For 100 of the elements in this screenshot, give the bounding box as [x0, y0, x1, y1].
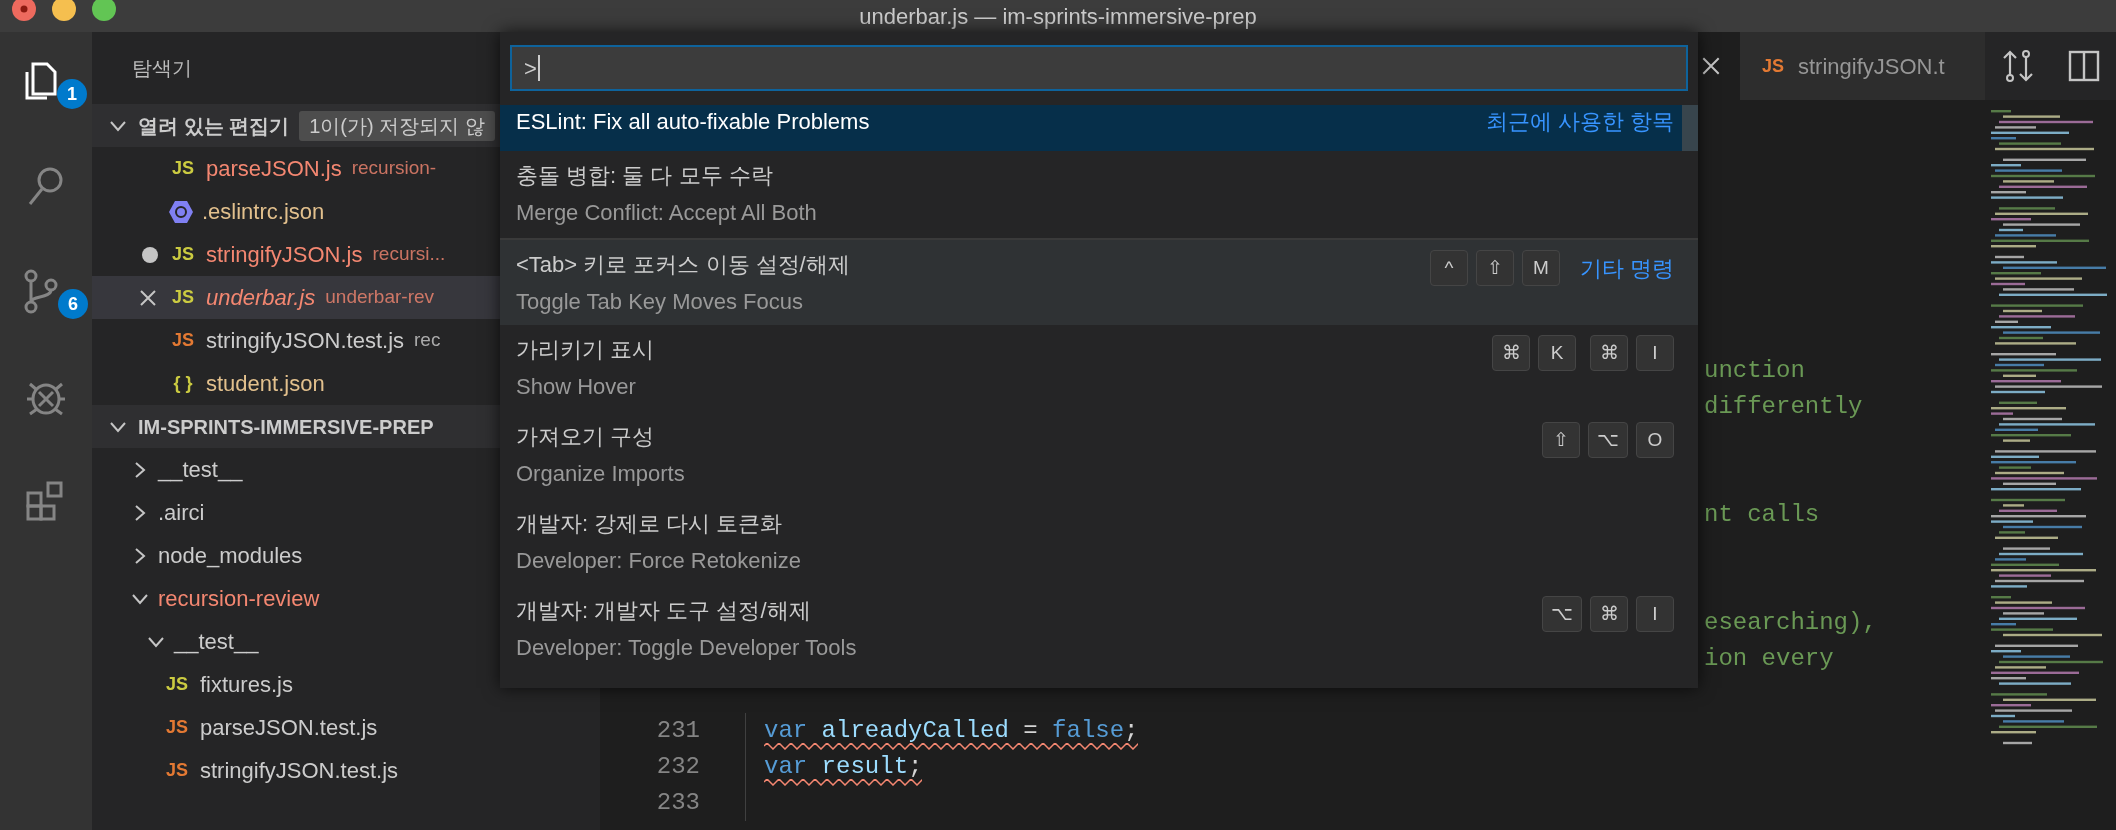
shortcut-key: ⌥ — [1588, 422, 1628, 458]
file-path: rec — [414, 328, 441, 353]
file-name: stringifyJSON.test.js — [206, 327, 405, 355]
open-editor-item[interactable]: JS parseJSON.js recursion- — [92, 147, 500, 190]
file-name: underbar.js — [206, 284, 316, 312]
command-label: 가리키기 표시 — [516, 336, 656, 364]
tree-item[interactable]: recursion-review — [92, 577, 500, 620]
command-description: Show Hover — [516, 373, 637, 401]
command-item[interactable]: 가리키기 표시 Show Hover ⌘ K ⌘ I — [500, 325, 1698, 412]
open-editor-item[interactable]: JS underbar.js underbar-rev — [92, 276, 500, 319]
braces-icon: { } — [168, 370, 198, 397]
group-label: 기타 명령 — [1579, 254, 1674, 283]
command-label: 개발자: 강제로 다시 토큰화 — [516, 510, 784, 538]
shortcut-key: ⇧ — [1542, 422, 1580, 458]
command-item[interactable]: 충돌 병합: 둘 다 모두 수락 Merge Conflict: Accept All Both — [500, 151, 1698, 238]
command-item[interactable]: 개발자: 강제로 다시 토큰화 Developer: Force Retokenize — [500, 499, 1698, 586]
shortcut-key: I — [1636, 335, 1674, 371]
notification-badge: 6 — [58, 289, 88, 319]
shortcut-key: M — [1521, 250, 1560, 286]
file-name: student.json — [206, 370, 325, 398]
file-name: stringifyJSON.js — [206, 241, 363, 269]
file-name: .eslintrc.json — [202, 198, 325, 226]
file-name: parseJSON.test.js — [200, 714, 378, 742]
js-file-icon: JS — [1758, 52, 1788, 80]
section-title: 열려 있는 편집기 — [138, 113, 290, 139]
shortcut-key: ⌘ — [1492, 335, 1530, 371]
js-file-icon: JS — [162, 671, 192, 698]
split-editor-icon[interactable] — [2066, 49, 2101, 83]
sidebar-title: 탐색기 — [132, 56, 192, 81]
command-item[interactable]: 가져오기 구성 Organize Imports ⇧ ⌥ O — [500, 412, 1698, 499]
code-line: var alreadyCalled = false; — [764, 717, 1139, 744]
js-file-icon: JS — [168, 241, 198, 268]
scrollbar-thumb[interactable] — [1682, 105, 1698, 151]
section-header[interactable]: IM-SPRINTS-IMMERSIVE-PREP — [92, 405, 500, 448]
editor-tab[interactable]: JS stringifyJSON.t — [1740, 32, 1985, 100]
open-editor-item[interactable]: JS stringifyJSON.js recursi... — [92, 233, 500, 276]
text-cursor — [537, 55, 540, 81]
folder-name: .airci — [158, 499, 205, 527]
tree-item[interactable]: __test__ — [92, 620, 500, 663]
file-name: fixtures.js — [200, 671, 293, 699]
hexagon-icon — [168, 198, 194, 225]
folder-name: __test__ — [158, 456, 243, 484]
minimize-window-icon[interactable] — [52, 0, 76, 21]
command-label: ESLint: Fix all auto-fixable Problems — [516, 108, 871, 136]
file-path: recursion- — [351, 156, 437, 181]
code-fragment: esearching), — [1704, 608, 1877, 638]
open-editor-item[interactable]: JS stringifyJSON.test.js rec — [92, 319, 500, 362]
section-title: IM-SPRINTS-IMMERSIVE-PREP — [138, 414, 434, 440]
command-description: Organize Imports — [516, 460, 686, 488]
code-fragment: differently — [1704, 392, 1863, 422]
file-name: stringifyJSON.test.js — [200, 757, 399, 785]
command-label: <Tab> 키로 포커스 이동 설정/해제 — [516, 251, 851, 279]
command-input[interactable]: > — [510, 45, 1688, 91]
shortcut-key: K — [1538, 335, 1576, 371]
folder-name: node_modules — [158, 542, 303, 570]
shortcut-key: I — [1636, 596, 1674, 632]
close-icon[interactable] — [138, 287, 158, 308]
command-description: Developer: Force Retokenize — [516, 547, 802, 575]
unsaved-count-badge: 1이(가) 저장되지 않 — [299, 110, 495, 141]
section-header[interactable]: 열려 있는 편집기 1이(가) 저장되지 않 — [92, 104, 500, 147]
tree-item[interactable]: node_modules — [92, 534, 500, 577]
file-name: parseJSON.js — [206, 155, 342, 183]
shortcut-key: ⇧ — [1475, 250, 1514, 286]
shortcut-key: ⌘ — [1590, 335, 1628, 371]
tree-item[interactable]: __test__ — [92, 448, 500, 491]
line-number: 233 — [656, 789, 700, 816]
shortcut-key: ^ — [1429, 250, 1468, 286]
files-icon[interactable] — [25, 62, 57, 100]
close-icon[interactable] — [1700, 55, 1722, 77]
tree-item[interactable]: JS fixtures.js — [92, 663, 500, 706]
js-file-icon: JS — [162, 757, 192, 784]
command-description: Merge Conflict: Accept All Both — [516, 199, 818, 227]
command-item[interactable]: <Tab> 키로 포커스 이동 설정/해제 Toggle Tab Key Moves Focus ^ ⇧ M 기타 명령 — [500, 238, 1698, 325]
shortcut-key: ⌘ — [1590, 596, 1628, 632]
shortcut-key: ⌥ — [1542, 596, 1582, 632]
js-file-icon: JS — [168, 284, 198, 311]
line-number: 232 — [656, 753, 700, 780]
open-editor-item[interactable]: .eslintrc.json — [92, 190, 500, 233]
code-fragment: unction — [1704, 356, 1805, 386]
command-item[interactable]: 개발자: 개발자 도구 설정/해제 Developer: Toggle Developer Tools ⌥ ⌘ I — [500, 586, 1698, 673]
branch-icon[interactable] — [24, 268, 58, 314]
file-path: recursi... — [372, 242, 446, 267]
open-editor-item[interactable]: { } student.json — [92, 362, 500, 405]
command-label: 개발자: 개발자 도구 설정/해제 — [516, 597, 812, 625]
file-path: underbar-rev — [325, 285, 435, 310]
close-window-icon[interactable] — [12, 0, 36, 21]
js-file-icon: JS — [162, 714, 192, 741]
window-title: underbar.js — im-sprints-immersive-prep — [859, 2, 1257, 31]
js-file-icon: JS — [168, 327, 198, 354]
line-number: 231 — [656, 717, 700, 744]
tree-item[interactable]: JS parseJSON.test.js — [92, 706, 500, 749]
command-label: 가져오기 구성 — [516, 423, 656, 451]
zoom-window-icon[interactable] — [92, 0, 116, 21]
group-label: 최근에 사용한 항목 — [1485, 108, 1674, 136]
tree-item[interactable]: JS stringifyJSON.test.js — [92, 749, 500, 792]
command-label: 충돌 병합: 둘 다 모두 수락 — [516, 162, 774, 190]
tree-item[interactable]: .airci — [92, 491, 500, 534]
notification-badge: 1 — [57, 79, 87, 109]
shortcut-key: O — [1636, 422, 1674, 458]
folder-name: __test__ — [174, 628, 259, 656]
